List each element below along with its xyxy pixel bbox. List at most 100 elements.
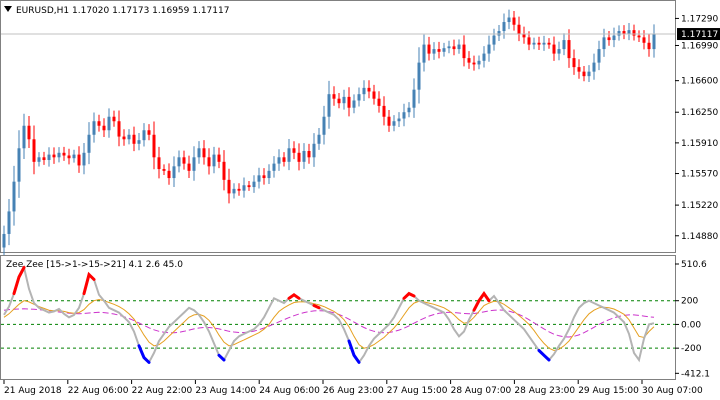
candle-body <box>412 89 416 108</box>
candle-body <box>622 31 626 34</box>
candle-body <box>417 62 421 90</box>
candle-body <box>32 139 36 162</box>
candle-body <box>187 163 191 171</box>
price-pane[interactable]: EURUSD,H1 1.17020 1.17173 1.16959 1.1711… <box>0 0 676 255</box>
price-tick-label: 1.16250 <box>681 108 718 118</box>
candle-body <box>402 112 406 119</box>
candle-body <box>117 121 121 137</box>
time-tick-label: 26 Aug 23:00 <box>323 386 384 396</box>
candle-body <box>107 116 111 131</box>
candle-body <box>47 154 51 161</box>
candle-body <box>247 185 251 188</box>
indicator-pane[interactable]: Zee Zee [15->1->15->21] 4.1 2.6 45.0 <box>0 255 676 380</box>
candle-body <box>427 44 431 54</box>
candle-body <box>222 161 226 180</box>
symbol-timeframe: EURUSD,H1 <box>16 6 69 16</box>
candle-body <box>177 157 181 167</box>
candle-body <box>467 58 471 63</box>
candle-body <box>227 179 231 194</box>
indicator-tick-label: -200 <box>681 344 702 354</box>
price-tick-label: 1.15220 <box>681 201 718 211</box>
candle-body <box>362 87 366 95</box>
price-tick-label: 1.14880 <box>681 232 718 242</box>
indicator-axis[interactable]: 510.6 200 0.00 -200 -412.1 <box>675 260 710 379</box>
candle-body <box>152 134 156 158</box>
candle-body <box>377 98 381 106</box>
indicator-tick-label: -412.1 <box>681 369 710 379</box>
candle-body <box>627 30 631 34</box>
candle-body <box>182 157 186 164</box>
candle-body <box>527 37 531 45</box>
candle-body <box>307 150 311 158</box>
time-tick-label: 29 Aug 15:00 <box>578 386 639 396</box>
time-tick-label: 27 Aug 15:00 <box>387 386 448 396</box>
candle-body <box>57 152 61 158</box>
candle-body <box>42 157 46 161</box>
candle-body <box>617 31 621 36</box>
chart-canvas[interactable]: EURUSD,H1 1.17020 1.17173 1.16959 1.1711… <box>0 0 720 400</box>
price-tick-label: 1.16990 <box>681 41 718 51</box>
extreme-segment-red <box>312 304 321 310</box>
candle-body <box>162 169 166 171</box>
candle-body <box>557 49 561 54</box>
candle-body <box>332 94 336 99</box>
time-tick-label: 28 Aug 07:00 <box>451 386 512 396</box>
time-tick-label: 22 Aug 06:00 <box>68 386 129 396</box>
time-tick-label: 28 Aug 23:00 <box>514 386 575 396</box>
candle-body <box>142 130 146 141</box>
price-tick-label: 1.16600 <box>681 77 718 87</box>
candle-body <box>562 40 566 50</box>
candle-body <box>547 42 551 45</box>
candle-body <box>552 44 556 54</box>
price-tick-label: 1.15910 <box>681 139 718 149</box>
candle-body <box>237 188 241 191</box>
price-axis[interactable]: 1.17290 1.16990 1.16600 1.16250 1.15910 1.155… <box>675 14 718 242</box>
price-pane-frame <box>0 0 676 253</box>
candle-body <box>537 42 541 45</box>
time-axis[interactable]: 21 Aug 2018 22 Aug 06:00 22 Aug 22:00 23 Au… <box>3 380 703 396</box>
candle-body <box>422 44 426 63</box>
candle-body <box>367 87 371 92</box>
candle-body <box>497 31 501 36</box>
candle-body <box>147 130 151 135</box>
candle-body <box>112 116 116 122</box>
candle-body <box>167 170 171 179</box>
candle-body <box>462 44 466 59</box>
indicator-tick-label: 200 <box>681 297 698 307</box>
candle-body <box>207 157 211 167</box>
candle-body <box>652 33 656 50</box>
candle-body <box>502 22 506 32</box>
candle-body <box>437 49 441 52</box>
candle-body <box>472 62 476 65</box>
candle-body <box>82 152 86 166</box>
candle-body <box>172 166 176 179</box>
candle-body <box>582 71 586 77</box>
candle-body <box>202 148 206 158</box>
candle-body <box>257 175 261 182</box>
candle-body <box>97 121 101 126</box>
time-tick-label: 21 Aug 2018 <box>4 386 62 396</box>
candle-body <box>317 134 321 144</box>
candle-body <box>157 157 161 170</box>
candle-body <box>587 71 591 77</box>
candle-body <box>87 134 91 153</box>
candle-body <box>287 148 291 162</box>
candle-body <box>122 136 126 140</box>
candle-body <box>567 40 571 59</box>
candle-body <box>322 116 326 135</box>
candle-body <box>492 35 496 45</box>
candle-body <box>22 125 26 149</box>
candle-body <box>327 94 331 117</box>
candle-body <box>512 17 516 25</box>
candle-body <box>632 30 636 36</box>
candle-body <box>67 155 71 159</box>
candle-body <box>457 44 461 50</box>
candle-body <box>267 170 271 179</box>
candle-body <box>387 116 391 126</box>
candle-body <box>7 211 11 234</box>
candle-body <box>607 37 611 41</box>
mt4-chart-window[interactable]: EURUSD,H1 1.17020 1.17173 1.16959 1.1711… <box>0 0 720 400</box>
candle-body <box>342 96 346 104</box>
candle-body <box>572 58 576 68</box>
indicator-label: Zee Zee [15->1->15->21] 4.1 2.6 45.0 <box>6 260 183 270</box>
